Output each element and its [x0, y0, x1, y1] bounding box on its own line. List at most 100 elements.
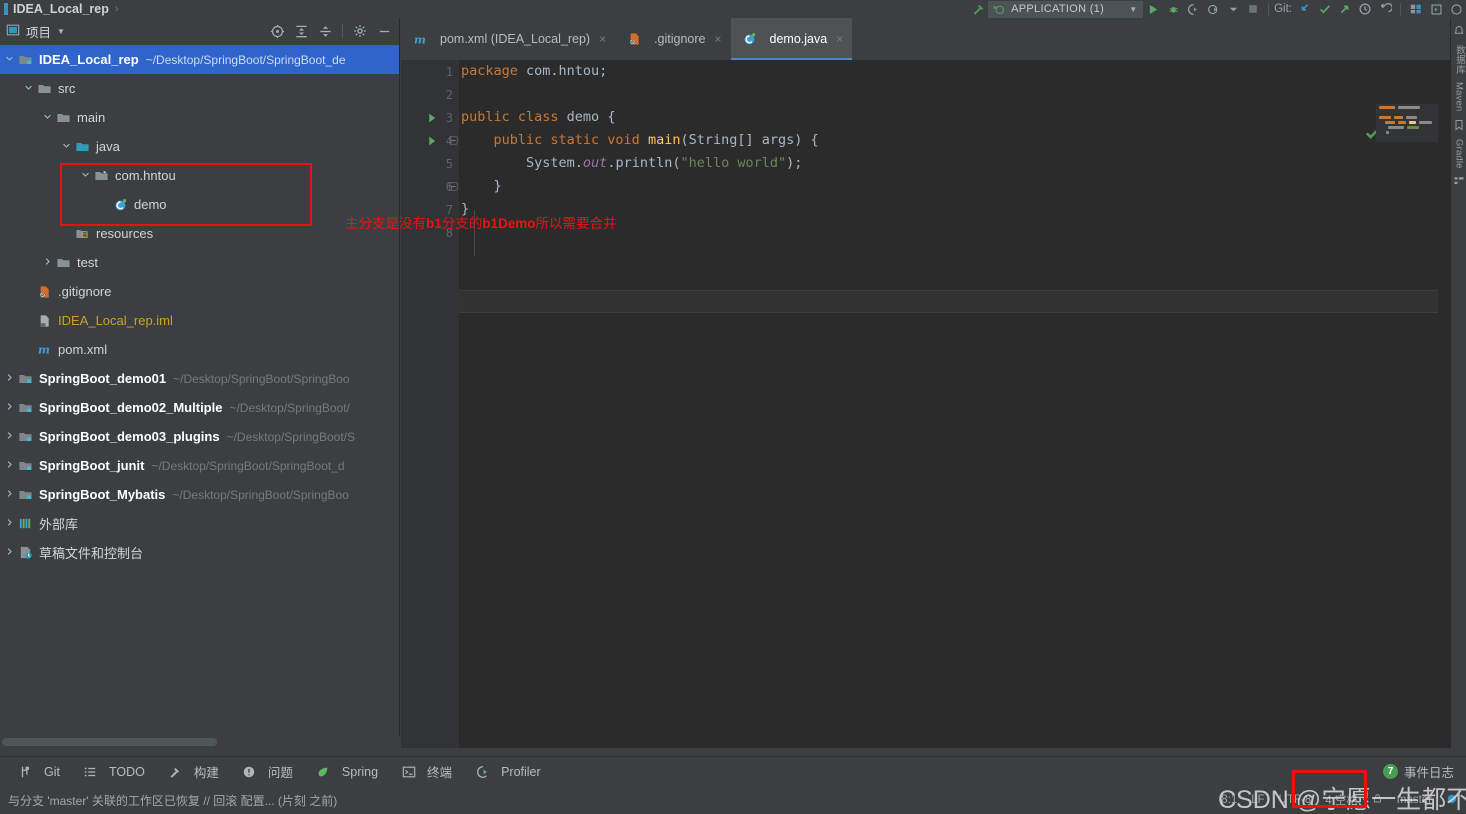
- java-class-icon: [742, 25, 759, 54]
- tool-window-button[interactable]: Profiler: [463, 757, 552, 787]
- breadcrumb-project[interactable]: IDEA_Local_rep: [13, 2, 109, 16]
- bookmarks-icon[interactable]: [1453, 119, 1466, 132]
- structure-icon[interactable]: [1453, 175, 1466, 188]
- tree-arrow-placeholder: [23, 335, 36, 364]
- expand-all-icon[interactable]: [290, 20, 312, 42]
- chevron-down-icon[interactable]: [61, 132, 74, 161]
- tree-row[interactable]: src: [0, 74, 399, 103]
- search-everywhere-icon[interactable]: [1406, 0, 1426, 18]
- event-log-button[interactable]: 7 事件日志: [1382, 762, 1466, 781]
- chevron-right-icon[interactable]: [42, 248, 55, 277]
- notifications-icon[interactable]: [1453, 25, 1466, 38]
- chevron-down-icon[interactable]: [23, 74, 36, 103]
- editor-vertical-scrollbar[interactable]: [1438, 102, 1450, 748]
- run-class-gutter-icon[interactable]: [425, 106, 441, 129]
- update-project-icon[interactable]: [1295, 0, 1315, 18]
- chevron-right-icon[interactable]: [4, 480, 17, 509]
- history-icon[interactable]: [1355, 0, 1375, 18]
- commit-icon[interactable]: [1315, 0, 1335, 18]
- chevron-down-icon[interactable]: [80, 161, 93, 190]
- code-line[interactable]: public class demo {: [461, 106, 1450, 129]
- tree-row[interactable]: demo: [0, 190, 399, 219]
- scrollbar-thumb[interactable]: [2, 738, 217, 746]
- chevron-right-icon[interactable]: [4, 364, 17, 393]
- run-icon[interactable]: [1143, 0, 1163, 18]
- debug-icon[interactable]: [1163, 0, 1183, 18]
- tree-row[interactable]: m pom.xml: [0, 335, 399, 364]
- tool-window-button[interactable]: 终端: [389, 757, 463, 787]
- tree-row[interactable]: java: [0, 132, 399, 161]
- code-line[interactable]: public static void main(String[] args) {: [461, 129, 1450, 152]
- code-line[interactable]: package com.hntou;: [461, 60, 1450, 83]
- collapse-all-icon[interactable]: [314, 20, 336, 42]
- tool-window-button[interactable]: TODO: [71, 757, 156, 787]
- tree-row[interactable]: main: [0, 103, 399, 132]
- tree-row[interactable]: IDEA_Local_rep.iml: [0, 306, 399, 335]
- chevron-down-icon-run[interactable]: [1223, 0, 1243, 18]
- right-strip-label-1[interactable]: Maven: [1454, 78, 1465, 116]
- code-token: main: [647, 132, 681, 148]
- tree-row[interactable]: .gitignore: [0, 277, 399, 306]
- tree-row[interactable]: SpringBoot_demo01 ~/Desktop/SpringBoot/Sp…: [0, 364, 399, 393]
- code-editor[interactable]: 12345678 package com.hntou; public class …: [401, 60, 1450, 748]
- chevron-right-icon[interactable]: [4, 538, 17, 567]
- settings-gear-icon[interactable]: [349, 20, 371, 42]
- push-icon[interactable]: [1335, 0, 1355, 18]
- run-method-gutter-icon[interactable]: [425, 129, 441, 152]
- right-strip-label-0[interactable]: 数据库: [1452, 41, 1466, 78]
- tool-window-button[interactable]: 问题: [230, 757, 304, 787]
- chevron-right-icon[interactable]: [4, 509, 17, 538]
- settings-icon[interactable]: [1426, 0, 1446, 18]
- status-message[interactable]: 与分支 'master' 关联的工作区已恢复 // 回滚 配置... (片刻 之…: [8, 792, 337, 809]
- project-tree-hscrollbar[interactable]: [0, 736, 400, 748]
- tree-row[interactable]: com.hntou: [0, 161, 399, 190]
- tree-row[interactable]: SpringBoot_junit ~/Desktop/SpringBoot/Spr…: [0, 451, 399, 480]
- close-icon[interactable]: ×: [599, 32, 606, 46]
- tool-window-label: 问题: [267, 766, 293, 780]
- breadcrumb[interactable]: IDEA_Local_rep ›: [0, 2, 125, 16]
- tree-row[interactable]: SpringBoot_demo02_Multiple ~/Desktop/Spri…: [0, 393, 399, 422]
- editor-minimap[interactable]: [1376, 104, 1438, 142]
- tree-row[interactable]: SpringBoot_demo03_plugins ~/Desktop/Sprin…: [0, 422, 399, 451]
- chevron-right-icon[interactable]: [4, 422, 17, 451]
- rollback-icon[interactable]: [1375, 0, 1395, 18]
- editor-tab[interactable]: demo.java ×: [730, 18, 853, 60]
- fold-collapse-icon[interactable]: [445, 129, 461, 152]
- profile-icon[interactable]: [1203, 0, 1223, 18]
- tree-row[interactable]: resources: [0, 219, 399, 248]
- project-tree[interactable]: IDEA_Local_rep ~/Desktop/SpringBoot/Sprin…: [0, 44, 399, 748]
- run-configuration-selector[interactable]: APPLICATION (1) ▼: [988, 0, 1144, 18]
- more-icon[interactable]: [1446, 0, 1466, 18]
- chevron-down-icon[interactable]: [4, 45, 17, 74]
- editor-gutter[interactable]: 12345678: [401, 60, 459, 748]
- fold-collapse-icon[interactable]: [445, 175, 461, 198]
- right-strip-label-2[interactable]: Gradle: [1454, 135, 1465, 173]
- code-text[interactable]: package com.hntou; public class demo { pu…: [461, 60, 1450, 748]
- tool-window-button[interactable]: Spring: [304, 757, 389, 787]
- tool-window-button[interactable]: Git: [6, 757, 71, 787]
- chevron-down-icon[interactable]: ▼: [1129, 5, 1137, 14]
- code-line[interactable]: System.out.println("hello world");: [461, 152, 1450, 175]
- chevron-right-icon[interactable]: [4, 393, 17, 422]
- run-with-coverage-icon[interactable]: [1183, 0, 1203, 18]
- select-opened-file-icon[interactable]: [266, 20, 288, 42]
- tree-row[interactable]: test: [0, 248, 399, 277]
- tree-row[interactable]: 草稿文件和控制台: [0, 538, 399, 567]
- code-line[interactable]: [461, 83, 1450, 106]
- tree-row[interactable]: IDEA_Local_rep ~/Desktop/SpringBoot/Sprin…: [0, 45, 399, 74]
- hide-icon[interactable]: [373, 20, 395, 42]
- code-line[interactable]: }: [461, 175, 1450, 198]
- close-icon[interactable]: ×: [836, 32, 843, 46]
- chevron-right-icon[interactable]: [4, 451, 17, 480]
- close-icon[interactable]: ×: [715, 32, 722, 46]
- hammer-icon[interactable]: [968, 0, 988, 18]
- chevron-down-icon[interactable]: ▼: [57, 27, 65, 36]
- tree-row[interactable]: 外部库: [0, 509, 399, 538]
- stop-icon[interactable]: [1243, 0, 1263, 18]
- tree-row[interactable]: SpringBoot_Mybatis ~/Desktop/SpringBoot/S…: [0, 480, 399, 509]
- editor-tab[interactable]: .gitignore ×: [615, 18, 730, 60]
- tool-window-button[interactable]: 构建: [156, 757, 230, 787]
- git-branch-icon: [17, 757, 34, 786]
- editor-tab[interactable]: m pom.xml (IDEA_Local_rep) ×: [401, 18, 615, 60]
- chevron-down-icon[interactable]: [42, 103, 55, 132]
